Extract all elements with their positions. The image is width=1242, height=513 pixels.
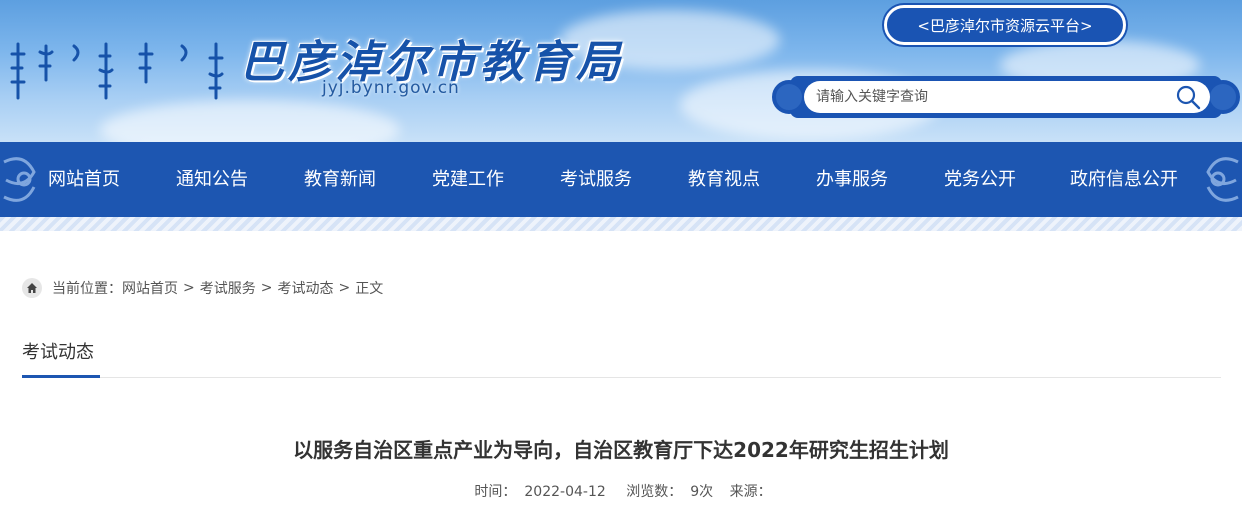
resource-cloud-platform-link[interactable]: <巴彦淖尔市资源云平台> (884, 5, 1126, 45)
breadcrumb-separator: > (183, 280, 195, 296)
time-label: 时间： (474, 484, 517, 500)
section-header: 考试动态 (22, 338, 1221, 378)
breadcrumb-link-home[interactable]: 网站首页 (122, 278, 178, 298)
nav-item-home[interactable]: 网站首页 (20, 142, 148, 217)
nav-pattern-strip (0, 217, 1242, 231)
search-icon (1176, 85, 1201, 110)
section-title: 考试动态 (22, 338, 100, 378)
source-label: 来源： (729, 484, 772, 500)
article-title: 以服务自治区重点产业为导向，自治区教育厅下达2022年研究生招生计划 (293, 438, 949, 462)
home-icon (22, 278, 42, 298)
breadcrumb: 当前位置： 网站首页 > 考试服务 > 考试动态 > 正文 (22, 277, 383, 299)
publish-date: 2022-04-12 (524, 484, 606, 500)
nav-item-education-news[interactable]: 教育新闻 (276, 142, 404, 217)
nav-item-education-views[interactable]: 教育视点 (660, 142, 788, 217)
nav-ornament-right-icon (1206, 157, 1239, 202)
views-label: 浏览数： (626, 484, 683, 500)
nav-item-gov-info[interactable]: 政府信息公开 (1044, 142, 1204, 217)
breadcrumb-link-exam-services[interactable]: 考试服务 (200, 278, 256, 298)
breadcrumb-label: 当前位置： (52, 281, 122, 297)
breadcrumb-current: 正文 (355, 281, 384, 297)
nav-item-exam-services[interactable]: 考试服务 (532, 142, 660, 217)
site-header: 巴彦淖尔市教育局 jyj.bynr.gov.cn <巴彦淖尔市资源云平台> (0, 0, 1242, 142)
ornament-icon (1206, 80, 1240, 114)
main-nav: 网站首页 通知公告 教育新闻 党建工作 考试服务 教育视点 办事服务 党务公开 … (0, 142, 1242, 217)
ornament-icon (772, 80, 806, 114)
mongolian-script-logo (10, 42, 224, 100)
view-count: 9次 (690, 484, 714, 500)
search-input[interactable] (804, 81, 1210, 113)
nav-item-party-affairs[interactable]: 党务公开 (916, 142, 1044, 217)
nav-item-notices[interactable]: 通知公告 (148, 142, 276, 217)
search-button[interactable] (1170, 81, 1206, 113)
site-domain: jyj.bynr.gov.cn (322, 78, 460, 98)
breadcrumb-separator: > (260, 280, 273, 296)
search-box (772, 72, 1240, 122)
nav-item-services[interactable]: 办事服务 (788, 142, 916, 217)
nav-item-party-building[interactable]: 党建工作 (404, 142, 532, 217)
article-meta: 时间： 2022-04-12 浏览数： 9次 来源： (0, 481, 1242, 501)
cloud-decoration (100, 100, 400, 142)
breadcrumb-separator: > (338, 280, 351, 296)
breadcrumb-link-exam-news[interactable]: 考试动态 (277, 278, 333, 298)
